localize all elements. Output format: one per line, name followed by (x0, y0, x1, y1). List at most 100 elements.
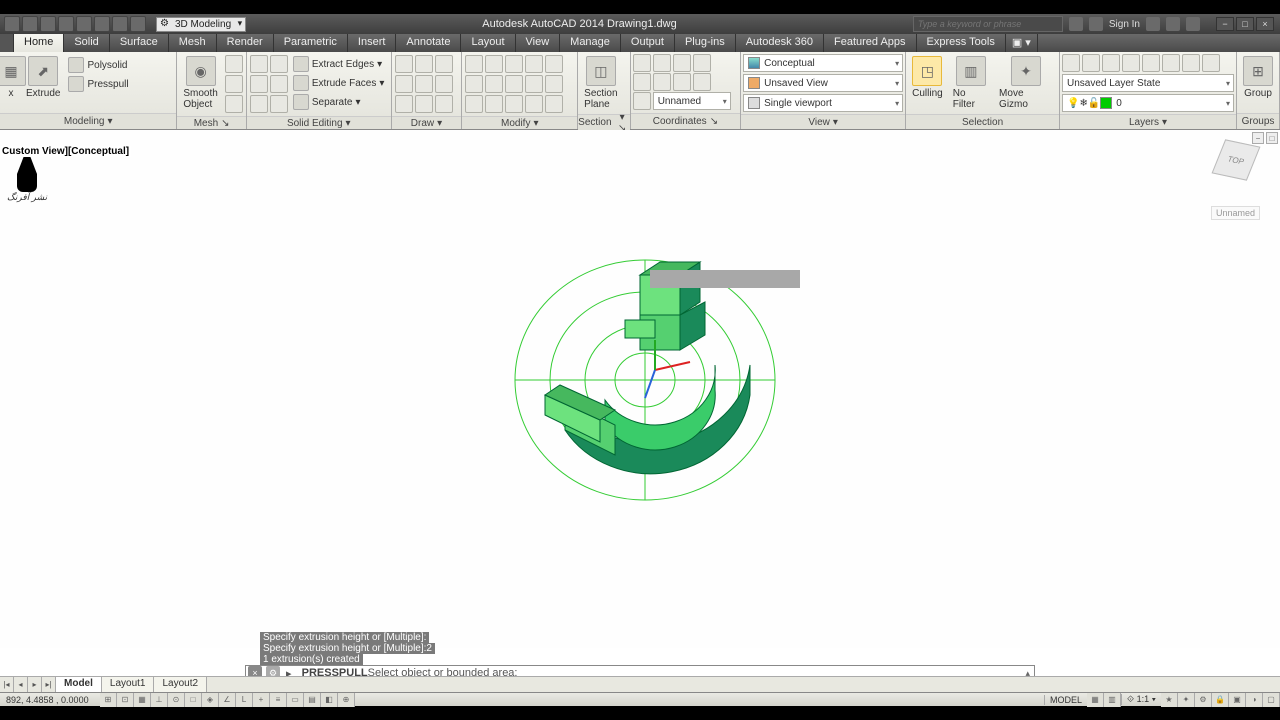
ucs-icon-icon[interactable] (633, 92, 651, 110)
move-icon[interactable] (465, 55, 483, 73)
coordinates-readout[interactable]: 892, 4.4858 , 0.0000 (0, 695, 100, 705)
status-3dosnap-icon[interactable]: ◈ (202, 693, 219, 707)
drawing-canvas[interactable]: − □ نشر آفرنگ TOP Unnamed (0, 130, 1280, 648)
status-grid-icon[interactable]: ▦ (134, 693, 151, 707)
3dalign-icon[interactable] (545, 95, 563, 113)
slice-icon[interactable] (250, 95, 268, 113)
layer-prev-icon[interactable] (1182, 54, 1200, 72)
tab-insert[interactable]: Insert (348, 34, 397, 52)
viewport-label[interactable]: Custom View][Conceptual] (0, 146, 131, 157)
tab-layout[interactable]: Layout (461, 34, 515, 52)
tab-mesh[interactable]: Mesh (169, 34, 217, 52)
tab-render[interactable]: Render (217, 34, 274, 52)
tab-plugins[interactable]: Plug-ins (675, 34, 736, 52)
mesh-refine-icon[interactable] (225, 95, 243, 113)
qat-undo-icon[interactable] (112, 16, 128, 32)
layout-prev-icon[interactable]: ◂ (14, 677, 28, 692)
layout-last-icon[interactable]: ▸| (42, 677, 56, 692)
offset-icon[interactable] (485, 95, 503, 113)
rotate-icon[interactable] (485, 55, 503, 73)
ucs-x-icon[interactable] (693, 73, 711, 91)
separate-button[interactable]: Separate ▾ (291, 93, 387, 111)
layer-freeze-icon[interactable] (1102, 54, 1120, 72)
trim-icon[interactable] (505, 55, 523, 73)
user-icon[interactable] (1089, 17, 1103, 31)
layout-first-icon[interactable]: |◂ (0, 677, 14, 692)
tab-solid[interactable]: Solid (64, 34, 109, 52)
stretch-icon[interactable] (525, 75, 543, 93)
visual-style-dropdown[interactable]: Conceptual (743, 54, 903, 72)
copy-icon[interactable] (545, 55, 563, 73)
tab-view[interactable]: View (516, 34, 561, 52)
ribbon-expand-icon[interactable] (0, 34, 14, 52)
status-sc-icon[interactable]: ◧ (321, 693, 338, 707)
infocenter-search[interactable] (913, 16, 1063, 32)
view-cube[interactable]: TOP Unnamed (1208, 134, 1264, 190)
qat-plot-icon[interactable] (94, 16, 110, 32)
status-polar-icon[interactable]: ⊙ (168, 693, 185, 707)
status-isolate-icon[interactable]: ◑ (1246, 693, 1263, 707)
ucs-3point-icon[interactable] (673, 73, 691, 91)
group-button[interactable]: ⊞Group (1239, 54, 1277, 101)
status-infer-icon[interactable]: ⊞ (100, 693, 117, 707)
union-icon[interactable] (250, 55, 268, 73)
section-plane-button[interactable]: ◫Section Plane (580, 54, 621, 112)
3d-solid-model[interactable] (505, 220, 805, 520)
ucs-origin-icon[interactable] (633, 73, 651, 91)
ucs-z-icon[interactable] (653, 73, 671, 91)
layout-next-icon[interactable]: ▸ (28, 677, 42, 692)
align-icon[interactable] (505, 95, 523, 113)
close-button[interactable]: × (1256, 17, 1274, 31)
stay-connected-icon[interactable] (1166, 17, 1180, 31)
presspull-button[interactable]: Presspull (66, 75, 130, 93)
ucs-view-icon[interactable] (693, 54, 711, 72)
qat-new-icon[interactable] (22, 16, 38, 32)
point-icon[interactable] (415, 95, 433, 113)
tab-parametric[interactable]: Parametric (274, 34, 348, 52)
status-annoscale[interactable]: ⟐ 1:1 ▾ (1121, 694, 1161, 705)
mesh-less-icon[interactable] (225, 75, 243, 93)
array-icon[interactable] (465, 95, 483, 113)
status-quickview-icon[interactable]: ▥ (1104, 693, 1121, 707)
panel-title-mesh[interactable]: Mesh ↘ (177, 116, 245, 129)
qat-open-icon[interactable] (40, 16, 56, 32)
culling-button[interactable]: ◳Culling (908, 54, 947, 101)
status-ws-icon[interactable]: ⚙ (1195, 693, 1212, 707)
app-menu-icon[interactable] (4, 16, 20, 32)
panel-title-layers[interactable]: Layers ▾ (1060, 114, 1236, 129)
status-lock-icon[interactable]: 🔒 (1212, 693, 1229, 707)
tab-output[interactable]: Output (621, 34, 675, 52)
ucs-face-icon[interactable] (673, 54, 691, 72)
status-ortho-icon[interactable]: ⊥ (151, 693, 168, 707)
status-tpy-icon[interactable]: ▭ (287, 693, 304, 707)
panel-title-solid-editing[interactable]: Solid Editing ▾ (247, 116, 391, 129)
hatch-icon[interactable] (435, 95, 453, 113)
arc-icon[interactable] (395, 75, 413, 93)
layout-tab-model[interactable]: Model (56, 677, 102, 692)
status-am-icon[interactable]: ⊕ (338, 693, 355, 707)
spline-icon[interactable] (395, 95, 413, 113)
circle-icon[interactable] (435, 55, 453, 73)
tab-focus-icon[interactable]: ▣ ▾ (1006, 34, 1038, 52)
tab-home[interactable]: Home (14, 34, 64, 52)
filter-button[interactable]: ▥No Filter (949, 54, 993, 112)
tab-manage[interactable]: Manage (560, 34, 621, 52)
status-otrack-icon[interactable]: ∠ (219, 693, 236, 707)
ucs-previous-icon[interactable] (653, 54, 671, 72)
tab-autodesk360[interactable]: Autodesk 360 (736, 34, 824, 52)
tab-featured-apps[interactable]: Featured Apps (824, 34, 917, 52)
ellipse-icon[interactable] (435, 75, 453, 93)
polyline-icon[interactable] (415, 55, 433, 73)
status-dyn-icon[interactable]: + (253, 693, 270, 707)
status-annoauto-icon[interactable]: ✦ (1178, 693, 1195, 707)
box-primitive-button[interactable]: ▦x (2, 54, 20, 101)
status-osnap-icon[interactable]: □ (185, 693, 202, 707)
status-model-toggle[interactable]: MODEL (1044, 695, 1087, 705)
polysolid-button[interactable]: Polysolid (66, 56, 130, 74)
panel-title-modify[interactable]: Modify ▾ (462, 116, 577, 129)
panel-title-draw[interactable]: Draw ▾ (392, 116, 462, 129)
erase-icon[interactable] (525, 55, 543, 73)
layout-tab-layout1[interactable]: Layout1 (102, 677, 155, 692)
help-icon[interactable] (1186, 17, 1200, 31)
status-snap-icon[interactable]: ⊡ (117, 693, 134, 707)
